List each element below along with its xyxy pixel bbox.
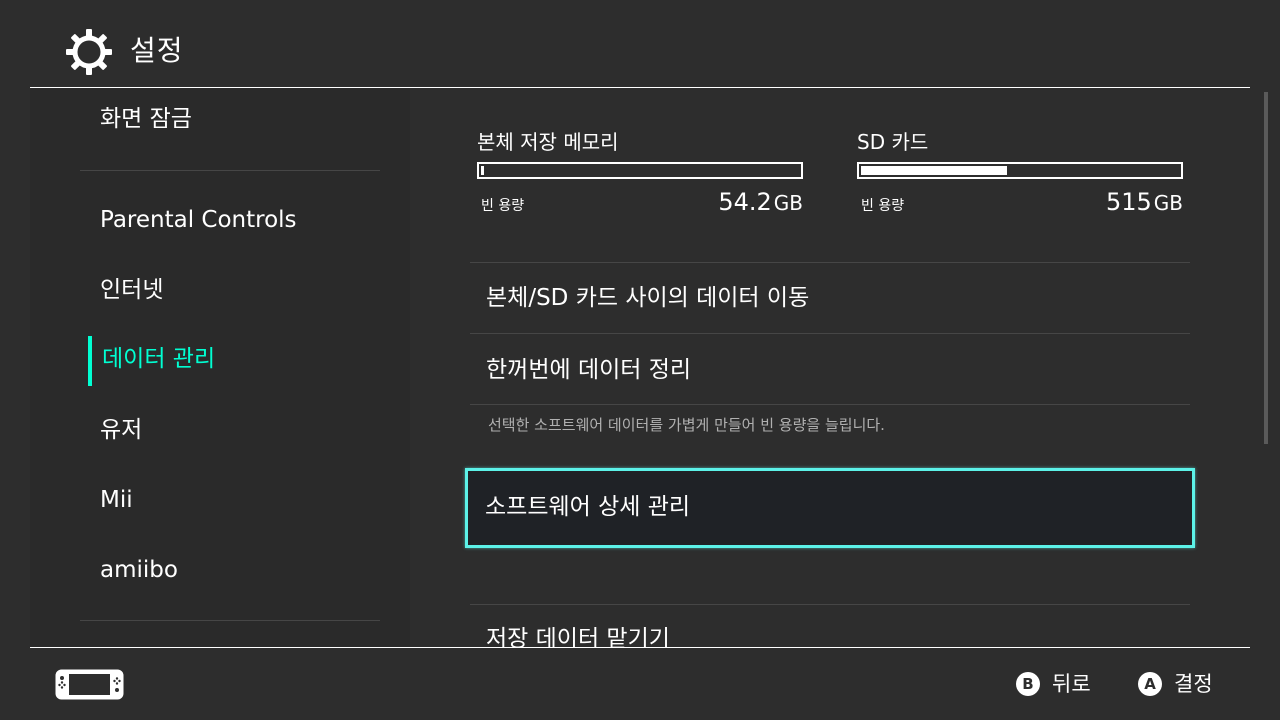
quick-archive-item[interactable]: 한꺼번에 데이터 정리: [486, 354, 691, 386]
manage-save-data-item[interactable]: 저장 데이터 맡기기: [486, 623, 670, 647]
menu-divider: [470, 333, 1190, 334]
quick-archive-description: 선택한 소프트웨어 데이터를 가볍게 만들어 빈 용량을 늘립니다.: [488, 416, 885, 434]
sd-free-number: 515: [1105, 188, 1152, 216]
a-button-icon: A: [1138, 672, 1162, 696]
sidebar-item-internet[interactable]: 인터넷: [100, 275, 163, 305]
footer: B 뒤로 A 결정: [0, 648, 1280, 720]
sidebar-divider: [80, 620, 380, 621]
header: 설정: [0, 0, 1280, 88]
manage-software-item[interactable]: 소프트웨어 상세 관리: [465, 468, 1195, 548]
menu-divider: [470, 604, 1190, 605]
system-memory-usage-bar: [477, 162, 803, 179]
sd-card-usage-bar: [857, 162, 1183, 179]
sidebar-item-users[interactable]: 유저: [100, 415, 142, 445]
system-memory-usage-fill: [481, 166, 484, 175]
scrollbar[interactable]: [1264, 92, 1268, 444]
sd-free-value: 515 GB: [1106, 185, 1183, 220]
move-data-item[interactable]: 본체/SD 카드 사이의 데이터 이동: [486, 282, 809, 314]
system-free-value: 54.2 GB: [718, 185, 803, 220]
menu-divider: [470, 404, 1190, 405]
settings-screen: 설정 화면 잠금 Parental Controls 인터넷 데이터 관리 유저…: [0, 0, 1280, 720]
sidebar-divider: [80, 170, 380, 171]
active-indicator: [88, 336, 92, 386]
ok-label: 결정: [1174, 672, 1213, 696]
gear-icon: [66, 29, 112, 75]
ok-button[interactable]: A 결정: [1138, 670, 1213, 698]
sd-card-info: SD 카드 빈 용량 515 GB: [857, 128, 1187, 219]
sidebar: 화면 잠금 Parental Controls 인터넷 데이터 관리 유저 Mi…: [30, 88, 410, 647]
console-handheld-icon: [55, 669, 124, 700]
sd-card-usage-fill: [861, 166, 1007, 175]
back-label: 뒤로: [1052, 672, 1091, 696]
sidebar-item-screen-lock[interactable]: 화면 잠금: [100, 104, 192, 134]
system-memory-label: 본체 저장 메모리: [477, 130, 619, 154]
sidebar-item-parental-controls[interactable]: Parental Controls: [100, 205, 297, 235]
page-title: 설정: [130, 34, 184, 67]
sd-free-unit: GB: [1153, 191, 1183, 215]
system-memory-info: 본체 저장 메모리 빈 용량 54.2 GB: [477, 128, 807, 219]
sd-free-label: 빈 용량: [861, 198, 905, 214]
sidebar-item-data-management[interactable]: 데이터 관리: [102, 344, 215, 374]
system-free-unit: GB: [773, 191, 803, 215]
system-free-number: 54.2: [718, 188, 772, 216]
manage-software-label: 소프트웨어 상세 관리: [485, 494, 691, 520]
content-panel: 본체 저장 메모리 빈 용량 54.2GB SD 카드 빈 용량 515GB: [410, 88, 1250, 647]
sd-card-label: SD 카드: [857, 130, 929, 154]
menu-divider: [470, 262, 1190, 263]
system-free-label: 빈 용량: [481, 198, 525, 214]
back-button[interactable]: B 뒤로: [1016, 670, 1091, 698]
b-button-icon: B: [1016, 672, 1040, 696]
sidebar-item-amiibo[interactable]: amiibo: [100, 555, 178, 585]
sidebar-item-mii[interactable]: Mii: [100, 485, 133, 515]
